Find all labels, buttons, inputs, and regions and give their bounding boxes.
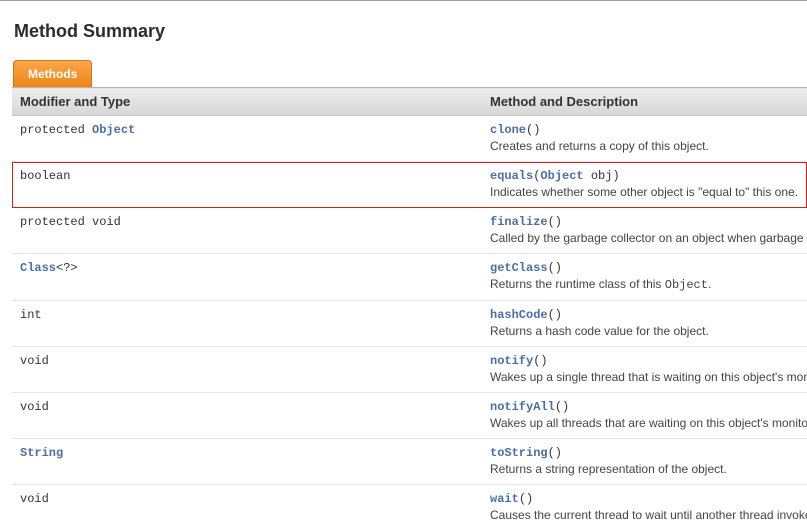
method-description: Wakes up all threads that are waiting on… (490, 416, 799, 430)
method-signature: getClass() (490, 260, 799, 275)
method-link[interactable]: equals (490, 169, 533, 183)
modifier-cell: void (12, 393, 482, 439)
method-description: Creates and returns a copy of this objec… (490, 139, 799, 153)
table-row: protected Object clone() Creates and retur… (12, 116, 807, 162)
method-description: Indicates whether some other object is "… (490, 185, 799, 199)
sig-text: () (548, 308, 562, 322)
method-link[interactable]: getClass (490, 261, 548, 275)
method-cell: notify() Wakes up a single thread that is… (482, 347, 807, 393)
modifier-text: void (20, 400, 49, 414)
desc-text: Wakes up a single thread that is waiting… (490, 370, 807, 384)
modifier-text: protected (20, 123, 92, 137)
modifier-cell: boolean (12, 162, 482, 208)
modifier-text: int (20, 308, 42, 322)
desc-text: Creates and returns a copy of this objec… (490, 139, 709, 153)
method-cell: notifyAll() Wakes up all threads that are… (482, 393, 807, 439)
method-link[interactable]: toString (490, 446, 548, 460)
table-row: Class<?> getClass() Returns the runtime cl… (12, 254, 807, 301)
method-signature: notify() (490, 353, 799, 368)
method-link[interactable]: wait (490, 492, 519, 506)
method-description: Called by the garbage collector on an ob… (490, 231, 799, 245)
method-cell: hashCode() Returns a hash code value for … (482, 301, 807, 347)
modifier-cell: Class<?> (12, 254, 482, 301)
method-signature: toString() (490, 445, 799, 460)
method-cell: wait() Causes the current thread to wait … (482, 485, 807, 527)
modifier-cell: void (12, 347, 482, 393)
modifier-cell: int (12, 301, 482, 347)
desc-text: Returns the runtime class of this (490, 277, 665, 291)
table-row: void wait() Causes the current thread to w… (12, 485, 807, 527)
method-link[interactable]: hashCode (490, 308, 548, 322)
desc-text: Returns a string representation of the o… (490, 462, 727, 476)
type-link[interactable]: Class (20, 261, 56, 275)
sig-text: () (533, 354, 547, 368)
desc-text: . (708, 277, 711, 291)
method-description: Returns a string representation of the o… (490, 462, 799, 476)
desc-text: Causes the current thread to wait until … (490, 508, 807, 522)
method-cell: finalize() Called by the garbage collecto… (482, 208, 807, 254)
sig-text: () (519, 492, 533, 506)
method-cell: clone() Creates and returns a copy of thi… (482, 116, 807, 162)
table-row: boolean equals(Object obj) Indicates wheth… (12, 162, 807, 208)
modifier-text: void (20, 354, 49, 368)
modifier-cell: String (12, 439, 482, 485)
method-signature: notifyAll() (490, 399, 799, 414)
method-link[interactable]: clone (490, 123, 526, 137)
modifier-text: protected void (20, 215, 121, 229)
method-description: Causes the current thread to wait until … (490, 508, 799, 522)
modifier-cell: protected void (12, 208, 482, 254)
type-link[interactable]: Object (92, 123, 135, 137)
modifier-cell: protected Object (12, 116, 482, 162)
modifier-text: boolean (20, 169, 70, 183)
method-link[interactable]: finalize (490, 215, 548, 229)
table-row: String toString() Returns a string represe… (12, 439, 807, 485)
col-header-method: Method and Description (482, 88, 807, 116)
section-title: Method Summary (14, 21, 807, 42)
method-signature: equals(Object obj) (490, 168, 799, 183)
table-row: void notify() Wakes up a single thread tha… (12, 347, 807, 393)
modifier-text: void (20, 492, 49, 506)
method-signature: hashCode() (490, 307, 799, 322)
desc-text: Wakes up all threads that are waiting on… (490, 416, 807, 430)
desc-text: Indicates whether some other object is "… (490, 185, 798, 199)
sig-text: () (548, 215, 562, 229)
method-cell: equals(Object obj) Indicates whether some… (482, 162, 807, 208)
param-type-link[interactable]: Object (540, 169, 583, 183)
tab-methods[interactable]: Methods (13, 60, 92, 87)
method-cell: getClass() Returns the runtime class of t… (482, 254, 807, 301)
method-description: Returns a hash code value for the object… (490, 324, 799, 338)
sig-text: () (548, 261, 562, 275)
inline-code: Object (665, 278, 708, 292)
type-link[interactable]: String (20, 446, 63, 460)
method-signature: wait() (490, 491, 799, 506)
sig-text: () (526, 123, 540, 137)
table-row: void notifyAll() Wakes up all threads that… (12, 393, 807, 439)
method-cell: toString() Returns a string representatio… (482, 439, 807, 485)
method-link[interactable]: notifyAll (490, 400, 555, 414)
modifier-suffix: <?> (56, 261, 78, 275)
sig-text: () (555, 400, 569, 414)
modifier-cell: void (12, 485, 482, 527)
method-description: Wakes up a single thread that is waiting… (490, 370, 799, 384)
method-signature: clone() (490, 122, 799, 137)
method-signature: finalize() (490, 214, 799, 229)
table-row: int hashCode() Returns a hash code value f… (12, 301, 807, 347)
method-link[interactable]: notify (490, 354, 533, 368)
method-summary-table: Modifier and Type Method and Description… (12, 87, 807, 527)
method-description: Returns the runtime class of this Object… (490, 277, 799, 292)
desc-text: Called by the garbage collector on an ob… (490, 231, 807, 245)
col-header-modifier: Modifier and Type (12, 88, 482, 116)
desc-text: Returns a hash code value for the object… (490, 324, 709, 338)
table-row: protected void finalize() Called by the ga… (12, 208, 807, 254)
sig-text: () (548, 446, 562, 460)
sig-text: obj) (584, 169, 620, 183)
